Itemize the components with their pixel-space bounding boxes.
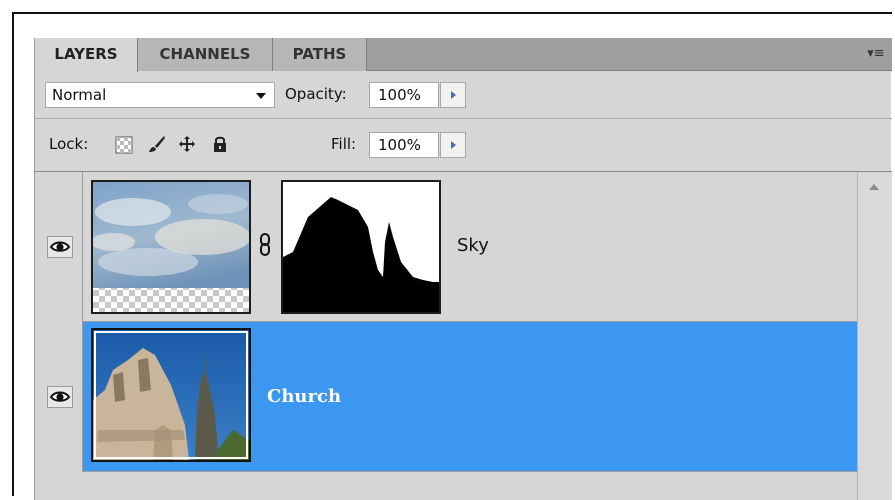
opacity-value: 100%	[378, 86, 421, 104]
blend-mode-select[interactable]: Normal	[45, 82, 275, 108]
lock-transparent-pixels-icon[interactable]	[115, 136, 133, 154]
visibility-toggle[interactable]	[47, 386, 73, 408]
lock-all-icon[interactable]	[211, 135, 229, 153]
panel-menu-icon[interactable]: ▾≡	[866, 46, 886, 62]
fill-input[interactable]: 100%	[369, 132, 439, 158]
fill-value: 100%	[378, 136, 421, 154]
layer-name[interactable]: Church	[267, 386, 341, 407]
tab-paths[interactable]: PATHS	[273, 38, 367, 71]
opacity-slider-button[interactable]	[440, 82, 466, 108]
lock-fill-row: Lock: Fill: 100%	[35, 119, 892, 172]
opacity-label: Opacity:	[285, 85, 347, 103]
visibility-column	[35, 322, 83, 472]
layer-thumbnail[interactable]	[91, 180, 251, 314]
layer-row-sky[interactable]: Sky	[35, 172, 857, 322]
visibility-column	[35, 172, 83, 322]
blend-opacity-row: Normal Opacity: 100%	[35, 71, 892, 119]
tab-channels[interactable]: CHANNELS	[138, 38, 273, 71]
lock-image-pixels-icon[interactable]	[148, 135, 166, 153]
sky-image	[93, 182, 249, 312]
layer-mask-thumbnail[interactable]	[281, 180, 441, 314]
fill-slider-button[interactable]	[440, 132, 466, 158]
layers-list: Sky Church	[35, 172, 857, 500]
layers-scrollbar[interactable]	[857, 172, 892, 500]
layer-thumbnail[interactable]	[91, 328, 251, 462]
lock-label: Lock:	[49, 135, 89, 153]
church-image	[93, 330, 249, 460]
opacity-input[interactable]: 100%	[369, 82, 439, 108]
panel-tab-bar: LAYERS CHANNELS PATHS ▾≡	[35, 38, 892, 72]
lock-position-icon[interactable]	[178, 135, 196, 153]
chevron-down-icon	[256, 93, 266, 99]
layer-name[interactable]: Sky	[457, 235, 489, 256]
blend-mode-value: Normal	[52, 86, 107, 104]
eye-icon	[49, 391, 71, 402]
mask-image	[283, 197, 439, 312]
scroll-up-arrow-icon[interactable]	[869, 184, 879, 190]
layers-panel: LAYERS CHANNELS PATHS ▾≡ Normal Opacity:…	[34, 38, 892, 500]
chain-link-icon[interactable]	[258, 232, 272, 258]
eye-icon	[49, 241, 71, 252]
layer-row-church[interactable]: Church	[35, 322, 857, 472]
fill-label: Fill:	[331, 135, 357, 153]
tab-layers[interactable]: LAYERS	[35, 38, 138, 72]
visibility-toggle[interactable]	[47, 236, 73, 258]
